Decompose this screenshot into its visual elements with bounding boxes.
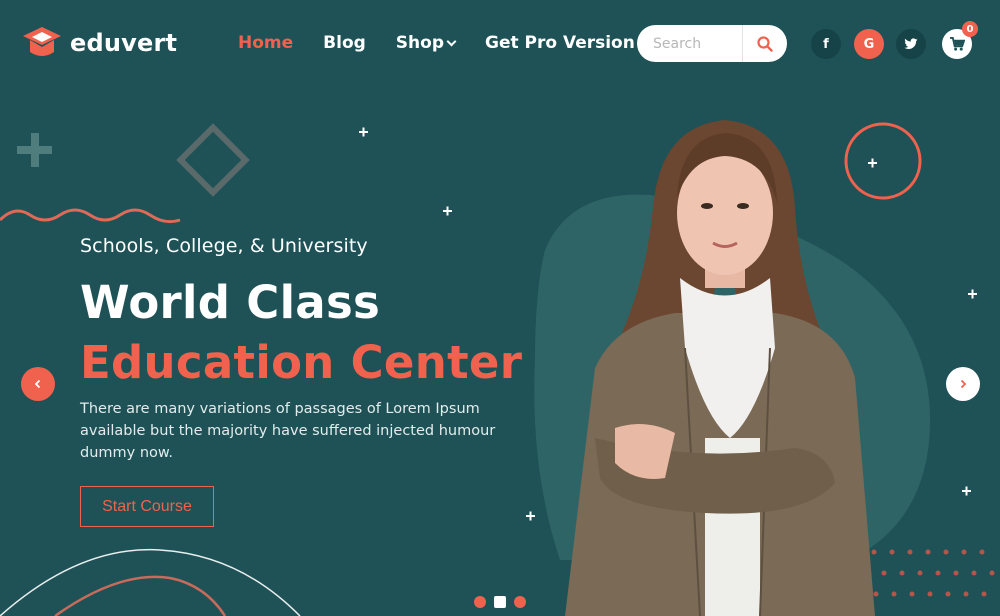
cart-count-badge: 0 [962,21,978,37]
nav-shop[interactable]: Shop [395,33,457,53]
twitter-icon [904,38,918,50]
chevron-down-icon [446,36,457,47]
hero-description: There are many variations of passages of… [80,401,496,461]
nav-shop-label: Shop [395,33,444,53]
search-button[interactable] [742,25,786,62]
search-box [637,25,787,62]
cart-icon [949,37,965,51]
hero-title-line2: Education Center [80,336,523,389]
start-course-button[interactable]: Start Course [80,486,214,527]
wave-line [0,208,181,224]
slider-dot-3[interactable] [514,596,526,608]
hero-title-line1: World Class [80,276,381,329]
brand-name: eduvert [70,29,178,57]
nav-get-pro[interactable]: Get Pro Version [485,33,635,53]
google-button[interactable]: G [854,29,884,59]
nav-home[interactable]: Home [238,33,293,53]
slider-dot-1[interactable] [474,596,486,608]
bottom-arc-orange [54,575,227,616]
bottom-arc-white [0,548,301,616]
facebook-icon: f [823,36,829,52]
brand-logo[interactable]: eduvert [22,24,177,62]
slider-next-button[interactable] [946,367,980,401]
plus-shape-large [17,133,52,167]
diamond-shape [176,123,250,197]
google-icon: G [863,36,875,52]
nav-blog[interactable]: Blog [323,33,366,53]
facebook-button[interactable]: f [811,29,841,59]
hero-kicker: Schools, College, & University [80,235,368,257]
search-input[interactable] [637,35,742,52]
slider-prev-button[interactable] [21,367,55,401]
main-nav: Home Blog Shop Get Pro Version [238,33,635,53]
graduation-cap-icon [23,27,61,56]
twitter-button[interactable] [896,29,926,59]
chevron-right-icon [960,379,967,389]
chevron-left-icon [34,379,41,389]
student-photo [565,120,875,616]
slider-dot-2[interactable] [494,596,506,608]
search-icon [756,35,773,52]
